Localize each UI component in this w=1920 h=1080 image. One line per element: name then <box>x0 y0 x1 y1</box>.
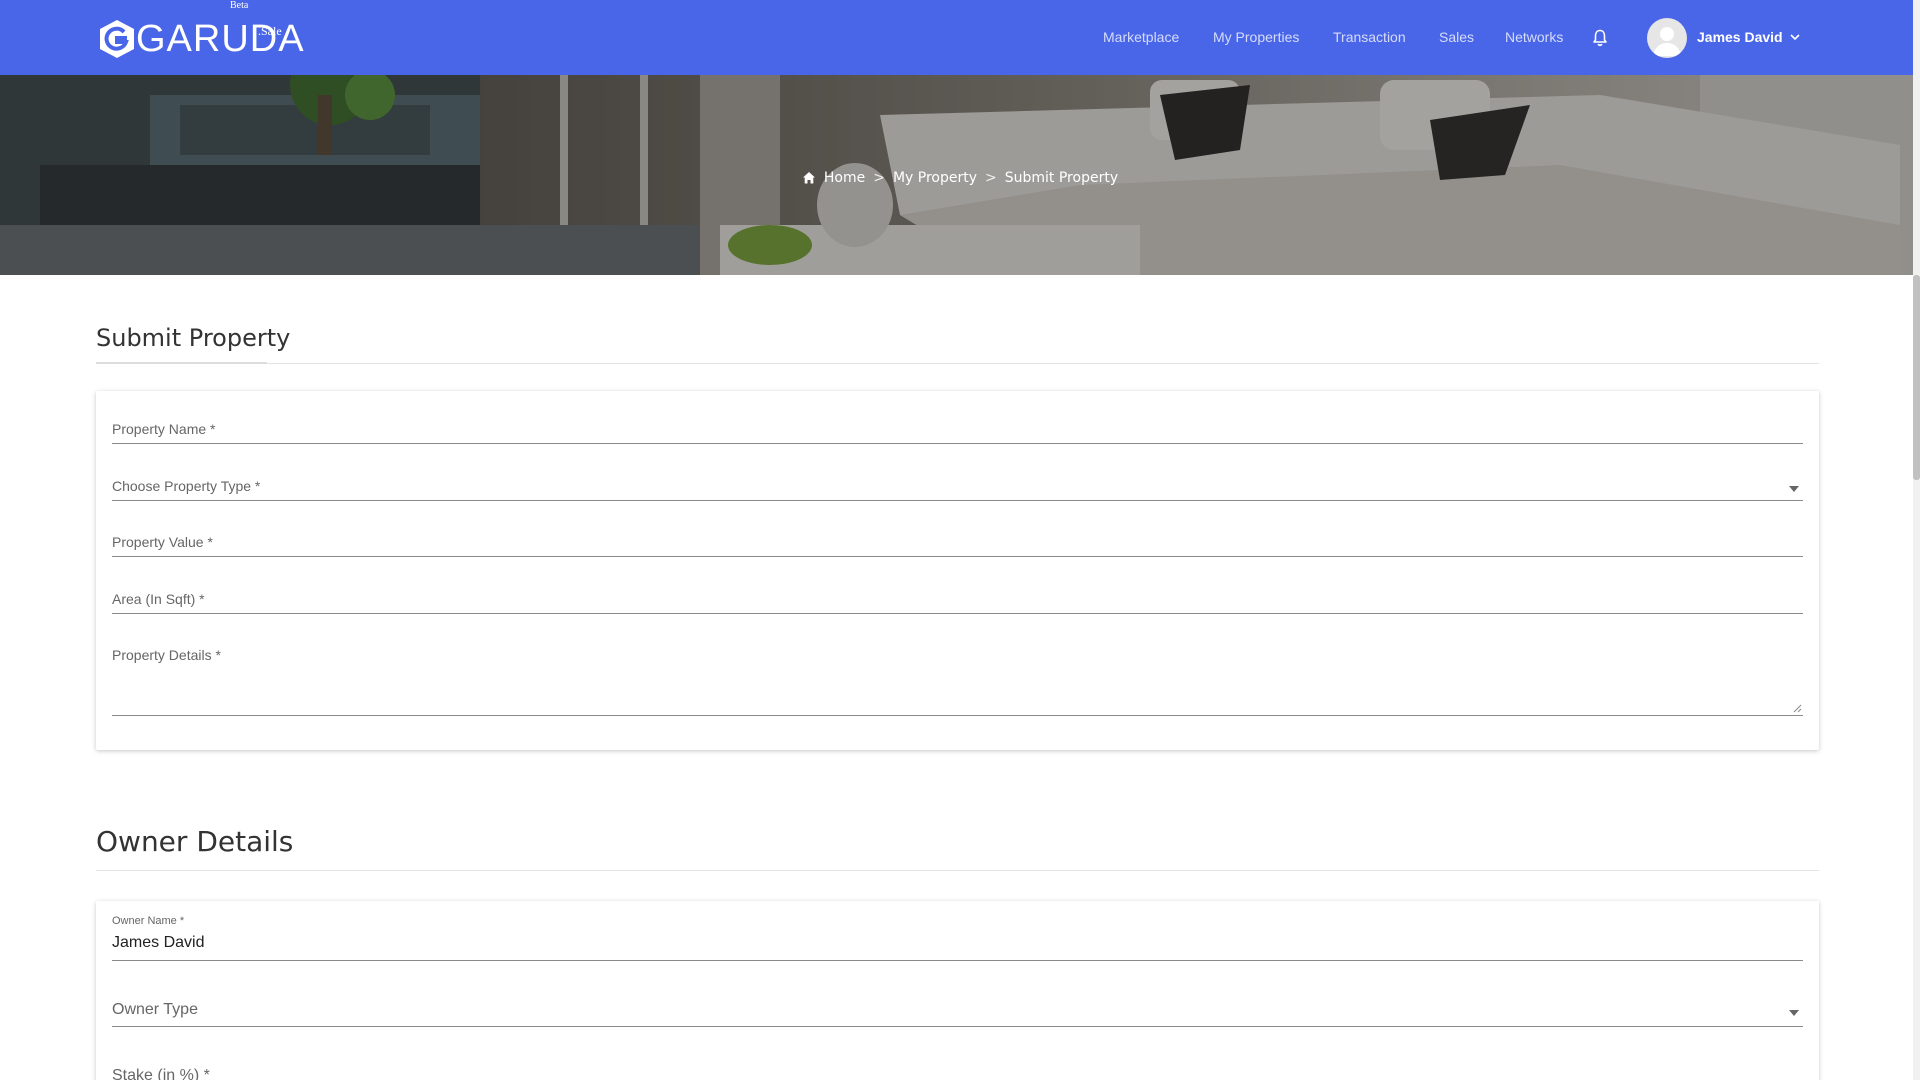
hero-banner: Home > My Property > Submit Property <box>0 75 1920 275</box>
avatar[interactable] <box>1647 18 1687 58</box>
nav-sales[interactable]: Sales <box>1439 29 1474 45</box>
title-underline <box>96 362 267 364</box>
stake-field[interactable]: Stake (in %) * <box>112 1067 1803 1080</box>
chevron-down-icon[interactable] <box>1789 31 1801 43</box>
resize-grip-icon[interactable] <box>1793 704 1802 713</box>
owner-type-label: Owner Type <box>112 1001 198 1018</box>
property-name-field[interactable]: Property Name * <box>112 421 1803 444</box>
nav-networks[interactable]: Networks <box>1505 29 1563 45</box>
property-value-label: Property Value * <box>112 534 213 550</box>
dropdown-arrow-icon <box>1789 1010 1799 1016</box>
owner-details-title: Owner Details <box>96 825 294 858</box>
bell-icon[interactable] <box>1592 29 1608 47</box>
nav-my-properties[interactable]: My Properties <box>1213 29 1299 45</box>
submit-property-title: Submit Property <box>96 324 291 352</box>
owner-name-value: James David <box>112 934 205 951</box>
property-value-field[interactable]: Property Value * <box>112 534 1803 557</box>
dropdown-arrow-icon <box>1789 486 1799 492</box>
owner-name-field[interactable]: Owner Name * James David <box>112 915 1803 961</box>
breadcrumb-separator: > <box>985 170 997 186</box>
beta-badge: Beta <box>230 0 249 11</box>
breadcrumb-home[interactable]: Home <box>824 170 865 186</box>
page-scrollbar-thumb[interactable] <box>1913 275 1920 480</box>
property-form-card: Property Name * Choose Property Type * P… <box>96 391 1819 750</box>
property-name-label: Property Name * <box>112 421 216 437</box>
logo-g-mark <box>100 20 134 58</box>
nav-transaction[interactable]: Transaction <box>1333 29 1406 45</box>
page-scrollbar-track[interactable] <box>1913 0 1920 1080</box>
property-type-select[interactable]: Choose Property Type * <box>112 478 1803 501</box>
area-label: Area (In Sqft) * <box>112 591 205 607</box>
owner-type-select[interactable]: Owner Type <box>112 1001 1803 1027</box>
property-details-label: Property Details * <box>112 647 221 663</box>
section-divider <box>96 870 1819 871</box>
home-icon[interactable] <box>802 171 816 185</box>
property-type-label: Choose Property Type * <box>112 478 261 494</box>
section-divider <box>96 363 1819 364</box>
breadcrumb-current: Submit Property <box>1004 170 1119 186</box>
breadcrumb: Home > My Property > Submit Property <box>0 170 1920 186</box>
logo-suffix: .Sale <box>258 24 282 38</box>
owner-form-card: Owner Name * James David Owner Type Stak… <box>96 901 1819 1080</box>
owner-name-label: Owner Name * <box>112 915 185 927</box>
breadcrumb-separator: > <box>873 170 885 186</box>
area-field[interactable]: Area (In Sqft) * <box>112 591 1803 614</box>
breadcrumb-my-property[interactable]: My Property <box>893 170 977 186</box>
avatar-placeholder-icon <box>1653 27 1681 56</box>
property-details-textarea[interactable]: Property Details * <box>112 647 1803 716</box>
nav-marketplace[interactable]: Marketplace <box>1103 29 1179 45</box>
top-navbar: GARUDA Beta .Sale Marketplace My Propert… <box>0 0 1920 75</box>
user-name[interactable]: James David <box>1697 29 1783 45</box>
stake-label: Stake (in %) * <box>112 1067 210 1080</box>
